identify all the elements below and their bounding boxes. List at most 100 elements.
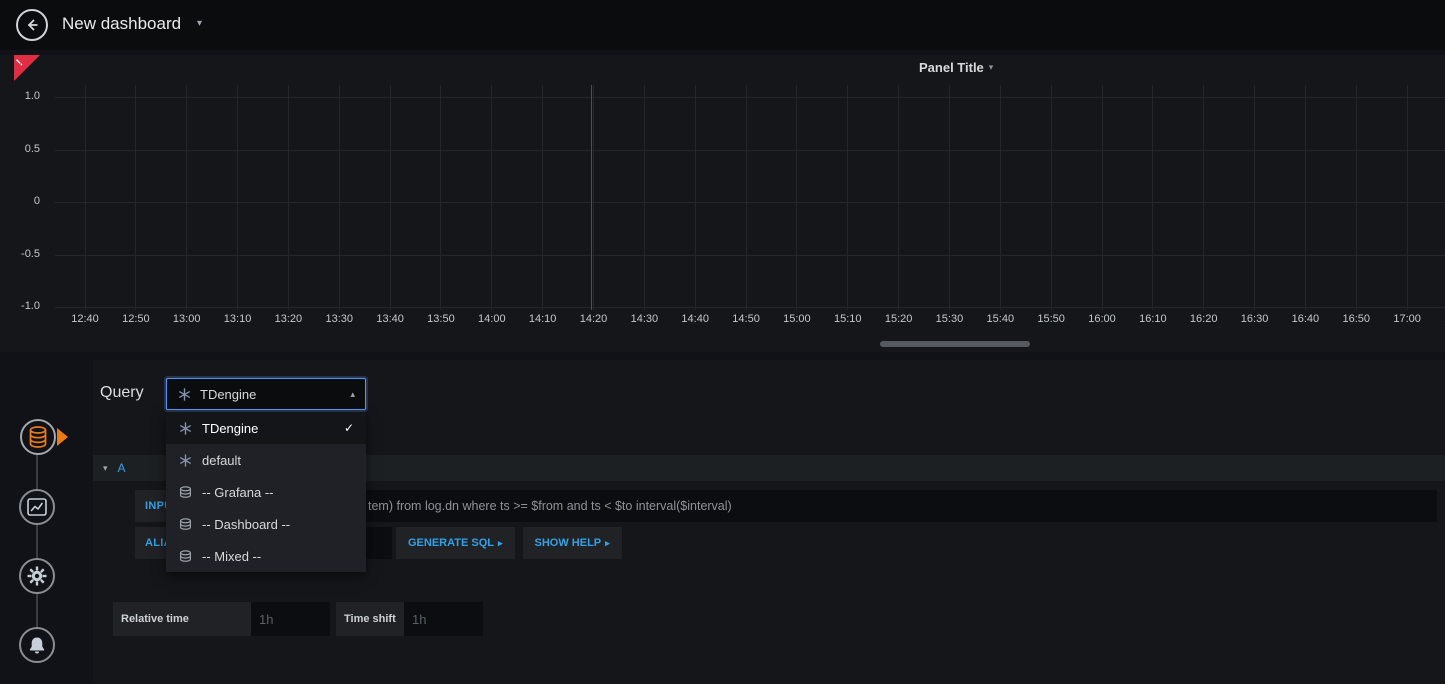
gridline-vertical — [390, 85, 391, 310]
dropdown-option-label: default — [202, 453, 241, 468]
caret-right-icon: ▸ — [498, 538, 503, 549]
dropdown-option-grafana[interactable]: -- Grafana -- — [166, 476, 366, 508]
time-cursor-line — [591, 85, 592, 310]
x-axis-tick: 13:30 — [317, 313, 361, 325]
time-shift-input[interactable] — [404, 602, 483, 636]
x-axis-tick: 13:50 — [419, 313, 463, 325]
graph-icon — [27, 498, 47, 516]
gridline-vertical — [796, 85, 797, 310]
tab-alert[interactable] — [19, 627, 55, 663]
top-navbar: New dashboard ▾ — [0, 0, 1445, 50]
y-axis-tick: 0 — [0, 195, 40, 207]
panel-title-menu[interactable]: Panel Title ▾ — [919, 60, 993, 75]
horizontal-scrollbar[interactable] — [880, 341, 1030, 347]
gridline-vertical — [339, 85, 340, 310]
gridline-vertical — [695, 85, 696, 310]
gridline-vertical — [1000, 85, 1001, 310]
x-axis-tick: 14:50 — [724, 313, 768, 325]
x-axis-tick: 12:40 — [63, 313, 107, 325]
generate-sql-label: GENERATE SQL — [408, 537, 494, 549]
dropdown-option-label: TDengine — [202, 421, 258, 436]
tdengine-star-icon — [178, 454, 192, 467]
gridline-vertical — [288, 85, 289, 310]
gridline-vertical — [847, 85, 848, 310]
x-axis-tick: 15:30 — [927, 313, 971, 325]
gridline-vertical — [949, 85, 950, 310]
gridline-vertical — [491, 85, 492, 310]
relative-time-input[interactable] — [251, 602, 330, 636]
chevron-down-icon[interactable]: ▾ — [197, 18, 202, 29]
chevron-up-icon: ▴ — [350, 389, 355, 400]
chevron-down-icon: ▾ — [989, 62, 994, 73]
x-axis-tick: 13:20 — [266, 313, 310, 325]
y-axis-tick: -0.5 — [0, 248, 40, 260]
x-axis-tick: 16:20 — [1182, 313, 1226, 325]
sidebar-connector-line — [36, 437, 38, 645]
bell-icon — [28, 636, 46, 655]
gridline-vertical — [1102, 85, 1103, 310]
sql-query-text: tem) from log.dn where ts >= $from and t… — [368, 490, 732, 522]
x-axis-tick: 12:50 — [114, 313, 158, 325]
database-icon — [178, 550, 192, 563]
dropdown-option-tdengine[interactable]: TDengine ✓ — [166, 412, 366, 444]
datasource-picker-value: TDengine — [200, 387, 341, 402]
x-axis-tick: 15:20 — [877, 313, 921, 325]
x-axis-tick: 13:40 — [368, 313, 412, 325]
x-axis-tick: 14:30 — [622, 313, 666, 325]
gridline-vertical — [85, 85, 86, 310]
dropdown-option-dashboard[interactable]: -- Dashboard -- — [166, 508, 366, 540]
database-icon — [178, 518, 192, 531]
x-axis-tick: 14:10 — [521, 313, 565, 325]
dropdown-option-mixed[interactable]: -- Mixed -- — [166, 540, 366, 572]
gridline-vertical — [746, 85, 747, 310]
gridline-vertical — [542, 85, 543, 310]
check-icon: ✓ — [344, 421, 354, 435]
relative-time-label: Relative time — [113, 602, 251, 636]
dropdown-option-label: -- Mixed -- — [202, 549, 261, 564]
x-axis-tick: 16:30 — [1233, 313, 1277, 325]
database-icon — [28, 426, 48, 448]
tab-queries[interactable] — [20, 419, 56, 455]
collapse-caret-icon: ▾ — [103, 463, 108, 474]
graph-panel: ! Panel Title ▾ 12:4012:5013:0013:1013:2… — [0, 55, 1445, 352]
tab-general-settings[interactable] — [19, 558, 55, 594]
gridline-horizontal — [55, 97, 1445, 98]
tdengine-star-icon — [178, 422, 192, 435]
x-axis-tick: 15:10 — [826, 313, 870, 325]
y-axis-tick: 1.0 — [0, 90, 40, 102]
datasource-dropdown-menu: TDengine ✓ default -- Grafana ---- Dashboar… — [166, 412, 366, 572]
x-axis-tick: 17:10 — [1436, 313, 1445, 325]
x-axis-tick: 16:50 — [1334, 313, 1378, 325]
tdengine-star-icon — [177, 388, 191, 401]
gridline-horizontal — [55, 307, 1445, 308]
gridline-vertical — [1152, 85, 1153, 310]
time-shift-label: Time shift — [336, 602, 404, 636]
gridline-vertical — [440, 85, 441, 310]
tab-visualization[interactable] — [19, 489, 55, 525]
y-axis-tick: -1.0 — [0, 300, 40, 312]
gear-icon — [27, 566, 47, 586]
dropdown-option-default[interactable]: default — [166, 444, 366, 476]
back-button[interactable] — [16, 9, 48, 41]
gridline-vertical — [1356, 85, 1357, 310]
x-axis-tick: 17:00 — [1385, 313, 1429, 325]
x-axis-tick: 16:00 — [1080, 313, 1124, 325]
gridline-horizontal — [55, 150, 1445, 151]
gridline-vertical — [1305, 85, 1306, 310]
dashboard-title[interactable]: New dashboard — [62, 14, 181, 34]
x-axis-tick: 14:40 — [673, 313, 717, 325]
x-axis-tick: 15:40 — [978, 313, 1022, 325]
gridline-vertical — [1203, 85, 1204, 310]
query-section-label: Query — [100, 384, 144, 402]
gridline-vertical — [1051, 85, 1052, 310]
x-axis-tick: 15:50 — [1029, 313, 1073, 325]
y-axis-tick: 0.5 — [0, 143, 40, 155]
query-editor-pane: Query TDengine ▴ TDengine ✓ default -- Graf… — [93, 360, 1445, 684]
x-axis-tick: 15:00 — [775, 313, 819, 325]
x-axis-tick: 16:10 — [1131, 313, 1175, 325]
datasource-picker[interactable]: TDengine ▴ — [166, 378, 366, 410]
gridline-vertical — [593, 85, 594, 310]
generate-sql-button[interactable]: GENERATE SQL ▸ — [396, 527, 515, 559]
show-help-label: SHOW HELP — [535, 537, 602, 549]
show-help-button[interactable]: SHOW HELP ▸ — [523, 527, 622, 559]
